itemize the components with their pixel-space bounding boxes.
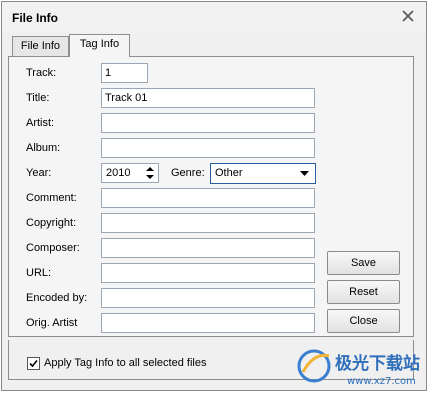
orig-artist-label: Orig. Artist [26, 317, 78, 329]
year-value: 2010 [106, 167, 131, 179]
url-input[interactable] [101, 263, 315, 283]
title-label: Title: [26, 92, 50, 104]
reset-button[interactable]: Reset [327, 280, 400, 304]
encoded-by-label: Encoded by: [26, 292, 88, 304]
comment-input[interactable] [101, 188, 315, 208]
genre-select[interactable]: Other [210, 163, 316, 184]
year-stepper[interactable]: 2010 [101, 163, 159, 183]
genre-value: Other [215, 167, 243, 179]
apply-all-checkbox[interactable] [27, 357, 40, 370]
stepper-arrows-icon[interactable] [145, 165, 155, 181]
composer-input[interactable] [101, 238, 315, 258]
copyright-label: Copyright: [26, 217, 77, 229]
title-input[interactable]: Track 01 [101, 88, 315, 108]
tab-tag-info[interactable]: Tag Info [69, 34, 130, 57]
watermark: 极光下载站 www.xz7.com [295, 342, 425, 388]
copyright-input[interactable] [101, 213, 315, 233]
close-button[interactable]: Close [327, 309, 400, 333]
year-label: Year: [26, 167, 52, 179]
album-input[interactable] [101, 138, 315, 158]
watermark-logo: 极光下载站 www.xz7.com [297, 349, 420, 387]
window-title: File Info [12, 11, 58, 25]
title-bar: File Info [2, 2, 426, 32]
encoded-by-input[interactable] [101, 288, 315, 308]
artist-label: Artist: [26, 117, 55, 129]
genre-label: Genre: [171, 167, 205, 179]
track-label: Track: [26, 67, 57, 79]
composer-label: Composer: [26, 242, 80, 254]
track-input[interactable]: 1 [101, 63, 148, 83]
watermark-text: 极光下载站 [335, 353, 420, 374]
artist-input[interactable] [101, 113, 315, 133]
save-button[interactable]: Save [327, 251, 400, 275]
comment-label: Comment: [26, 192, 77, 204]
watermark-url: www.xz7.com [347, 376, 416, 387]
check-icon [29, 359, 38, 368]
album-label: Album: [26, 142, 61, 154]
orig-artist-input[interactable] [101, 313, 315, 333]
apply-all-label[interactable]: Apply Tag Info to all selected files [44, 357, 206, 369]
url-label: URL: [26, 267, 52, 279]
close-icon[interactable] [399, 7, 417, 25]
chevron-down-icon [300, 171, 309, 176]
tab-file-info[interactable]: File Info [12, 36, 69, 56]
